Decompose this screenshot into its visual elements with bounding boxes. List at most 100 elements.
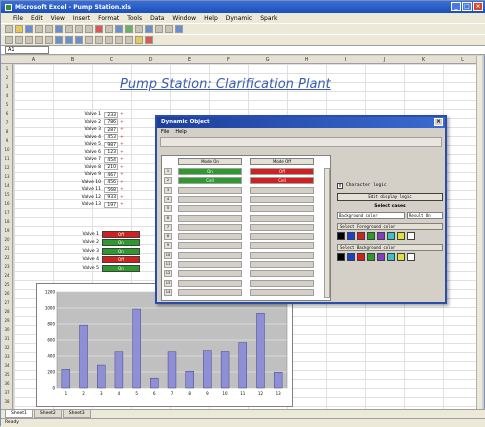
mode-off-cell[interactable] xyxy=(250,195,314,203)
mode-off-cell[interactable] xyxy=(250,223,314,231)
mode-off-cell[interactable] xyxy=(250,242,314,250)
row-header[interactable]: 32 xyxy=(1,345,13,350)
mode-on-cell[interactable]: On xyxy=(178,168,242,175)
maximize-button[interactable]: □ xyxy=(462,2,472,11)
font-icon[interactable] xyxy=(5,36,13,44)
color-swatch[interactable] xyxy=(377,253,385,261)
mode-off-cell[interactable] xyxy=(250,270,314,278)
undo-icon[interactable] xyxy=(95,25,103,33)
color-swatch[interactable] xyxy=(357,253,365,261)
color-swatch[interactable] xyxy=(337,253,345,261)
percent-icon[interactable] xyxy=(105,36,113,44)
merge-icon[interactable] xyxy=(85,36,93,44)
row-header[interactable]: 20 xyxy=(1,237,13,242)
valve-status-indicator[interactable]: Off xyxy=(102,230,140,238)
color-swatch[interactable] xyxy=(367,253,375,261)
valve-value[interactable]: 287 xyxy=(104,126,118,133)
open-icon[interactable] xyxy=(15,25,23,33)
menu-item-edit[interactable]: Edit xyxy=(31,15,43,22)
valve-status-indicator[interactable]: On xyxy=(102,239,140,246)
mode-on-cell[interactable] xyxy=(178,251,242,259)
valve-status-indicator[interactable]: On xyxy=(102,264,140,272)
hyperlink-icon[interactable] xyxy=(115,25,123,33)
row-header[interactable]: 5 xyxy=(1,102,13,107)
minimize-button[interactable]: _ xyxy=(451,2,461,11)
mode-on-cell[interactable] xyxy=(178,214,242,222)
color-swatch[interactable] xyxy=(407,232,415,240)
mode-on-cell[interactable] xyxy=(178,205,242,213)
redo-icon[interactable] xyxy=(105,25,113,33)
color-swatch[interactable] xyxy=(407,253,415,261)
vertical-scrollbar[interactable] xyxy=(476,56,482,409)
color-swatch[interactable] xyxy=(347,232,355,240)
column-header-a[interactable]: A xyxy=(14,56,53,64)
row-header[interactable]: 4 xyxy=(1,93,13,98)
dialog-close-icon[interactable]: × xyxy=(434,118,443,126)
color-swatch[interactable] xyxy=(377,232,385,240)
menu-item-view[interactable]: View xyxy=(51,15,65,22)
drawing-icon[interactable] xyxy=(155,25,163,33)
row-header[interactable]: 36 xyxy=(1,381,13,386)
color-swatch[interactable] xyxy=(397,232,405,240)
mode-on-cell[interactable] xyxy=(178,186,242,194)
sort-icon[interactable] xyxy=(135,25,143,33)
underline-icon[interactable] xyxy=(45,36,53,44)
copy-icon[interactable] xyxy=(75,25,83,33)
column-header-c[interactable]: C xyxy=(92,56,131,64)
font-size-icon[interactable] xyxy=(15,36,23,44)
column-header-g[interactable]: G xyxy=(248,56,287,64)
row-header[interactable]: 27 xyxy=(1,300,13,305)
name-box[interactable]: A1 xyxy=(5,46,49,54)
row-header[interactable]: 28 xyxy=(1,309,13,314)
align-center-icon[interactable] xyxy=(65,36,73,44)
color-swatch[interactable] xyxy=(397,253,405,261)
mode-on-cell[interactable] xyxy=(178,242,242,250)
valve-value[interactable]: 454 xyxy=(104,156,118,163)
mode-off-cell[interactable] xyxy=(250,251,314,259)
valve-value[interactable]: 933 xyxy=(104,194,118,200)
mode-off-cell[interactable] xyxy=(250,279,314,287)
zoom-icon[interactable] xyxy=(165,25,173,33)
row-header[interactable]: 8 xyxy=(1,129,13,134)
row-header[interactable]: 37 xyxy=(1,390,13,395)
valve-value[interactable]: 210 xyxy=(104,164,118,170)
color-swatch[interactable] xyxy=(357,232,365,240)
mode-off-cell[interactable] xyxy=(250,205,314,213)
row-header[interactable]: 34 xyxy=(1,363,13,368)
help-icon[interactable] xyxy=(175,25,183,33)
background-color-field[interactable]: Background color xyxy=(337,212,405,219)
valve-status-indicator[interactable]: Off xyxy=(102,256,140,263)
preview-icon[interactable] xyxy=(45,25,53,33)
mode-on-cell[interactable]: Cell xyxy=(178,177,242,185)
autosum-icon[interactable] xyxy=(125,25,133,33)
row-header[interactable]: 31 xyxy=(1,336,13,341)
menu-item-spark[interactable]: Spark xyxy=(260,15,277,22)
row-header[interactable]: 23 xyxy=(1,264,13,269)
row-header[interactable]: 10 xyxy=(1,147,13,152)
row-header[interactable]: 3 xyxy=(1,84,13,89)
mode-off-cell[interactable] xyxy=(250,261,314,268)
menu-item-window[interactable]: Window xyxy=(172,15,196,22)
row-header[interactable]: 33 xyxy=(1,354,13,359)
mode-off-cell[interactable] xyxy=(250,233,314,241)
column-header-b[interactable]: B xyxy=(53,56,92,64)
fill-color-icon[interactable] xyxy=(135,36,143,44)
row-header[interactable]: 29 xyxy=(1,318,13,323)
color-swatch[interactable] xyxy=(347,253,355,261)
row-header[interactable]: 12 xyxy=(1,165,13,170)
valve-value[interactable]: 568 xyxy=(104,186,118,193)
row-header[interactable]: 13 xyxy=(1,174,13,179)
row-header[interactable]: 6 xyxy=(1,111,13,116)
mode-off-cell[interactable]: Cell xyxy=(250,177,314,185)
mode-on-cell[interactable] xyxy=(178,270,242,278)
row-header[interactable]: 17 xyxy=(1,210,13,215)
menu-item-file[interactable]: File xyxy=(13,15,23,22)
column-header-k[interactable]: K xyxy=(404,56,443,64)
dialog-menu-file[interactable]: File xyxy=(161,128,169,137)
dialog-scrollbar[interactable] xyxy=(324,168,330,298)
column-header-e[interactable]: E xyxy=(170,56,209,64)
menu-item-format[interactable]: Format xyxy=(98,15,119,22)
row-header[interactable]: 30 xyxy=(1,327,13,332)
row-header[interactable]: 35 xyxy=(1,372,13,377)
color-swatch[interactable] xyxy=(387,253,395,261)
